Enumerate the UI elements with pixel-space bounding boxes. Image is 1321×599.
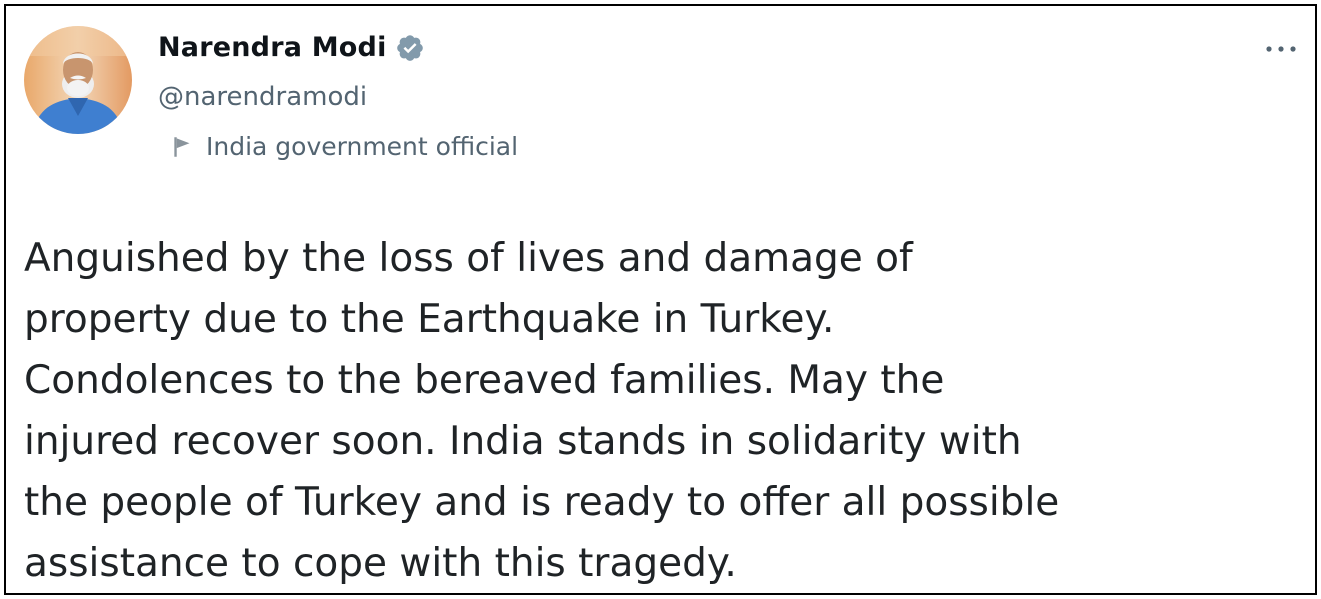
author-name[interactable]: Narendra Modi: [158, 32, 387, 63]
tweet-text: Anguished by the loss of lives and damag…: [24, 236, 1060, 586]
flag-icon: [170, 134, 196, 160]
profile-photo: [24, 26, 132, 134]
more-options-icon[interactable]: [1261, 36, 1301, 62]
verified-badge-icon: [395, 33, 425, 63]
author-name-row: Narendra Modi: [158, 32, 425, 63]
tweet-card: Narendra Modi @narendramodi India govern…: [4, 4, 1317, 595]
affiliation-text: India government official: [206, 132, 519, 161]
affiliation-label: India government official: [170, 132, 518, 161]
author-handle[interactable]: @narendramodi: [158, 82, 367, 112]
avatar[interactable]: [24, 26, 132, 134]
